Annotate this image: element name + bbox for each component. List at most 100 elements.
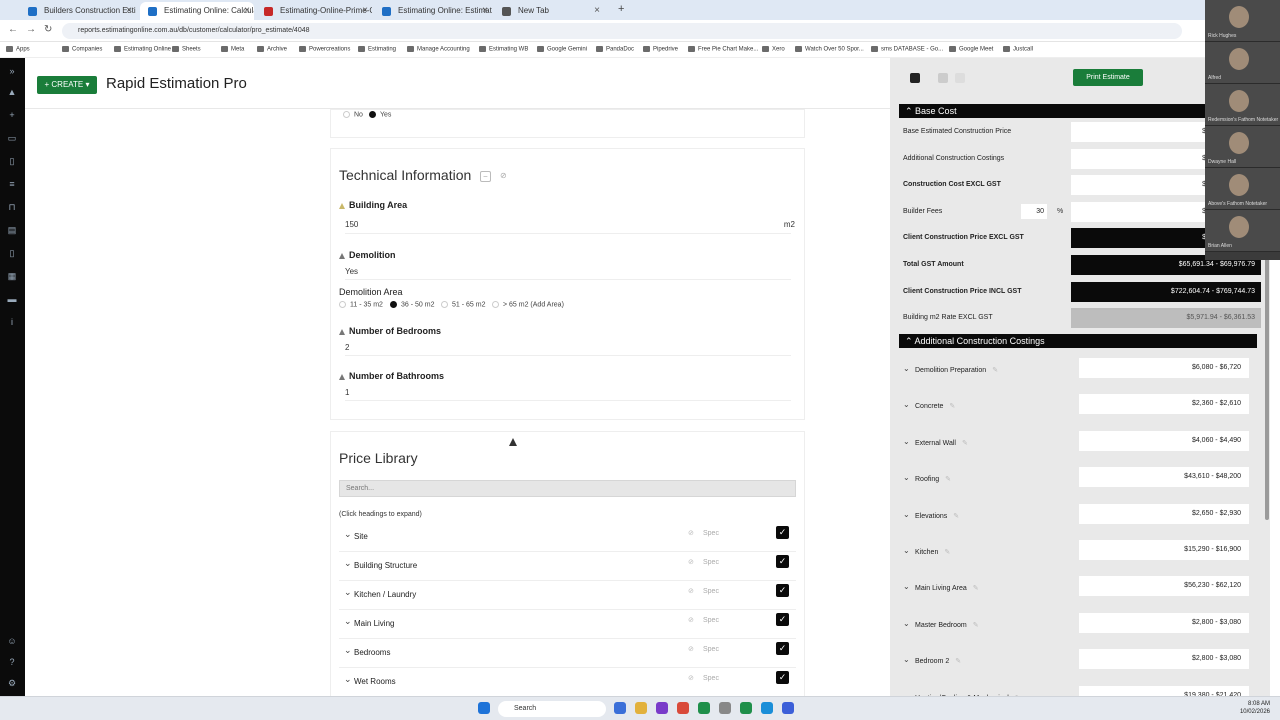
additional-cost-row[interactable]: ⌄ Kitchen ✎ $15,290 - $16,900 — [899, 536, 1257, 572]
bookmark-item[interactable]: Manage Accounting — [407, 46, 470, 53]
bookmark-item[interactable]: Apps — [6, 46, 30, 53]
pencil-icon[interactable]: ✎ — [949, 403, 955, 410]
additional-cost-row[interactable]: ⌄ Concrete ✎ $2,360 - $2,610 — [899, 390, 1257, 426]
save-icon[interactable] — [910, 73, 920, 83]
chevron-down-icon[interactable]: ⌄ — [903, 619, 910, 628]
tab-close-icon[interactable]: × — [482, 2, 488, 20]
tab-close-icon[interactable]: × — [362, 2, 368, 20]
video-tile[interactable]: Brian Allen — [1205, 210, 1280, 252]
include-checkbox[interactable]: ✓ — [776, 642, 789, 655]
browser-tab[interactable]: Estimating Online: Estimate Ind× — [374, 2, 492, 20]
teams-icon[interactable] — [614, 702, 626, 714]
tab-close-icon[interactable]: × — [126, 2, 132, 20]
explorer-icon[interactable] — [635, 702, 647, 714]
pencil-icon[interactable]: ✎ — [962, 440, 968, 447]
base-cost-header[interactable]: ⌃ Base Cost — [899, 104, 1257, 118]
chevron-down-icon[interactable]: ⌄ — [903, 473, 910, 482]
document-icon[interactable]: ▯ — [6, 155, 18, 167]
library-row[interactable]: ⌄ Bedrooms ⊘ Spec ✓ — [339, 639, 796, 668]
forward-icon[interactable]: → — [26, 24, 36, 35]
chevron-down-icon[interactable]: ⌄ — [903, 364, 910, 373]
link-icon[interactable]: ⊘ — [688, 529, 694, 537]
link-icon[interactable]: ⊘ — [688, 645, 694, 653]
back-icon[interactable]: ← — [8, 24, 18, 35]
add-icon[interactable]: + — [6, 109, 18, 121]
additional-cost-row[interactable]: ⌄ Main Living Area ✎ $56,230 - $62,120 — [899, 572, 1257, 608]
sheet-icon[interactable]: ▦ — [6, 270, 18, 282]
bookmark-item[interactable]: Estimating — [358, 46, 396, 53]
bookmark-item[interactable]: Estimating WB — [479, 46, 528, 53]
video-tile[interactable]: Redemsion's Fathom Notetaker — [1205, 84, 1280, 126]
excel-icon[interactable] — [698, 702, 710, 714]
chat-icon[interactable]: ▬ — [6, 293, 18, 305]
pencil-icon[interactable]: ✎ — [953, 513, 959, 520]
print-estimate-button[interactable]: Print Estimate — [1073, 69, 1143, 86]
include-checkbox[interactable]: ✓ — [776, 526, 789, 539]
additional-cost-row[interactable]: ⌄ Demolition Preparation ✎ $6,080 - $6,720 — [899, 354, 1257, 390]
library-row[interactable]: ⌄ Site ⊘ Spec ✓ — [339, 523, 796, 552]
include-checkbox[interactable]: ✓ — [776, 584, 789, 597]
bookmark-item[interactable]: Pipedrive — [643, 46, 678, 53]
file-icon[interactable]: ▯ — [6, 247, 18, 259]
reload-icon[interactable]: ↻ — [44, 24, 52, 35]
settings-icon[interactable]: ⚙ — [6, 677, 18, 689]
pencil-icon[interactable]: ✎ — [944, 549, 950, 556]
folder-icon[interactable]: ▭ — [6, 132, 18, 144]
users-icon[interactable]: ☺ — [6, 635, 18, 647]
additional-cost-row[interactable]: ⌄ Elevations ✎ $2,650 - $2,930 — [899, 500, 1257, 536]
create-button[interactable]: + CREATE ▾ — [37, 76, 97, 94]
panel-scrollbar[interactable] — [1265, 250, 1269, 520]
chrome-icon[interactable] — [677, 702, 689, 714]
bookmark-item[interactable]: Estimating Online — [114, 46, 171, 53]
browser-tab[interactable]: New Tab × — [494, 2, 604, 20]
bathrooms-input[interactable]: 1 — [345, 388, 791, 401]
demolition-area-option[interactable]: > 65 m2 (Add Area) — [492, 301, 564, 308]
additional-cost-row[interactable]: ⌄ Master Bedroom ✎ $2,800 - $3,080 — [899, 609, 1257, 645]
copy-icon[interactable] — [955, 73, 965, 83]
link-icon[interactable]: ⊘ — [688, 558, 694, 566]
video-tile[interactable]: Rick Hughes — [1205, 0, 1280, 42]
toggle-icon[interactable] — [938, 73, 948, 83]
info-icon[interactable]: i — [6, 316, 18, 328]
bookmark-item[interactable]: Powercreations — [299, 46, 350, 53]
radio-no[interactable]: No — [343, 111, 363, 118]
bookmark-item[interactable]: Free Pie Chart Make... — [688, 46, 758, 53]
bookmark-item[interactable]: Meta — [221, 46, 244, 53]
link-icon[interactable]: ⊘ — [688, 616, 694, 624]
chevron-down-icon[interactable]: ⌄ — [344, 674, 352, 685]
bookmark-item[interactable]: Xero — [762, 46, 785, 53]
start-icon[interactable] — [478, 702, 490, 714]
include-checkbox[interactable]: ✓ — [776, 613, 789, 626]
pencil-icon[interactable]: ✎ — [992, 367, 998, 374]
chevron-down-icon[interactable]: ⌄ — [344, 558, 352, 569]
bookmark-item[interactable]: Watch Over 50 Spor... — [795, 46, 864, 53]
tab-close-icon[interactable]: × — [244, 2, 250, 20]
library-row[interactable]: ⌄ Main Living ⊘ Spec ✓ — [339, 610, 796, 639]
chevron-down-icon[interactable]: ⌄ — [903, 510, 910, 519]
demolition-area-option[interactable]: 51 - 65 m2 — [441, 301, 485, 308]
bookmark-item[interactable]: Companies — [62, 46, 102, 53]
bookmark-item[interactable]: Sheets — [172, 46, 201, 53]
video-tile[interactable]: Above's Fathom Notetaker — [1205, 168, 1280, 210]
library-row[interactable]: ⌄ Building Structure ⊘ Spec ✓ — [339, 552, 796, 581]
bookmark-item[interactable]: PandaDoc — [596, 46, 634, 53]
link-icon[interactable]: ⊘ — [688, 587, 694, 595]
edge-icon[interactable] — [761, 702, 773, 714]
new-tab-icon[interactable]: + — [618, 3, 624, 15]
app2-icon[interactable] — [719, 702, 731, 714]
chevron-down-icon[interactable]: ⌄ — [344, 645, 352, 656]
browser-tab[interactable]: Estimating Online: Calculator P× — [140, 2, 254, 20]
builder-fee-input[interactable]: 30 — [1021, 203, 1047, 219]
library-search-input[interactable]: Search... — [339, 480, 796, 497]
chevron-down-icon[interactable]: ⌄ — [344, 616, 352, 627]
chevron-down-icon[interactable]: ⌄ — [903, 400, 910, 409]
chevron-down-icon[interactable]: ⌄ — [903, 655, 910, 664]
include-checkbox[interactable]: ✓ — [776, 671, 789, 684]
help-icon[interactable]: ? — [6, 656, 18, 668]
report-icon[interactable]: ▤ — [6, 224, 18, 236]
chevron-down-icon[interactable]: ⌄ — [344, 587, 352, 598]
taskbar-clock[interactable]: 8:08 AM 10/02/2026 — [1240, 700, 1270, 716]
link-icon[interactable]: ⊘ — [500, 171, 507, 180]
app3-icon[interactable] — [740, 702, 752, 714]
building-area-input[interactable]: 150 m2 — [345, 220, 795, 234]
